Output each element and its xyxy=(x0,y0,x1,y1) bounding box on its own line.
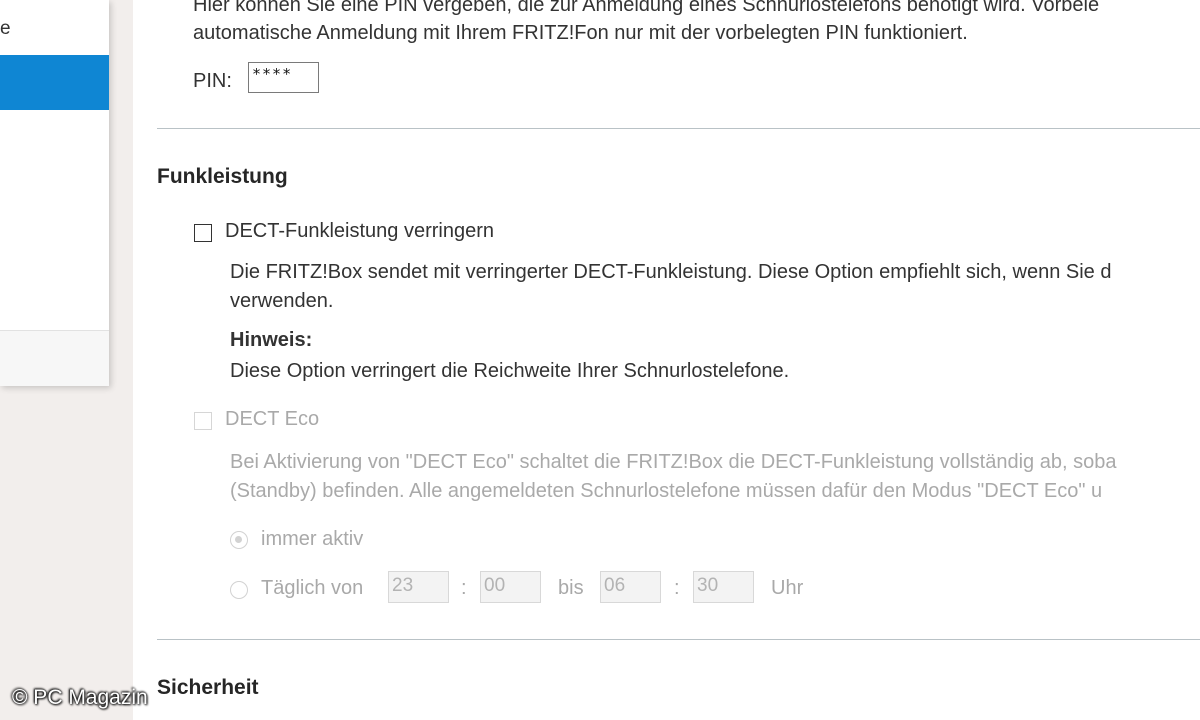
sidebar-footer xyxy=(0,331,109,386)
hint-title: Hinweis: xyxy=(230,329,313,351)
to-minute-input[interactable]: 30 xyxy=(693,571,754,603)
reduce-power-desc-line-1: Die FRITZ!Box sendet mit verringerter DE… xyxy=(230,261,1112,283)
pin-description-line-2: automatische Anmeldung mit Ihrem FRITZ!F… xyxy=(193,22,968,44)
radio-always-label[interactable]: immer aktiv xyxy=(261,528,363,551)
dect-eco-checkbox[interactable] xyxy=(194,412,212,430)
time-colon: : xyxy=(674,577,680,599)
pin-label: PIN: xyxy=(193,70,232,92)
watermark: © PC Magazin xyxy=(12,686,148,709)
dect-eco-desc-line-2: (Standby) befinden. Alle angemeldeten Sc… xyxy=(230,480,1103,502)
sidebar-item-label: e xyxy=(0,18,11,39)
dect-eco-label[interactable]: DECT Eco xyxy=(225,408,319,431)
from-minute-input[interactable]: 00 xyxy=(480,571,541,603)
pin-description-line-1: Hier können Sie eine PIN vergeben, die z… xyxy=(193,0,1100,16)
uhr-label: Uhr xyxy=(771,577,804,599)
bis-label: bis xyxy=(558,577,584,599)
main-content: Hier können Sie eine PIN vergeben, die z… xyxy=(133,0,1200,720)
reduce-power-label[interactable]: DECT-Funkleistung verringern xyxy=(225,220,494,243)
sidebar-item[interactable]: e xyxy=(0,12,109,46)
pin-input[interactable]: **** xyxy=(248,62,319,93)
radio-daily[interactable] xyxy=(230,581,248,599)
funkleistung-heading: Funkleistung xyxy=(157,165,288,188)
dect-eco-desc-line-1: Bei Aktivierung von "DECT Eco" schaltet … xyxy=(230,451,1117,473)
to-hour-input[interactable]: 06 xyxy=(600,571,661,603)
sidebar-item-active[interactable] xyxy=(0,55,109,110)
from-hour-input[interactable]: 23 xyxy=(388,571,449,603)
time-colon: : xyxy=(461,577,467,599)
reduce-power-checkbox[interactable] xyxy=(194,224,212,242)
sidebar: e xyxy=(0,0,109,386)
section-divider xyxy=(157,128,1200,129)
hint-text: Diese Option verringert die Reichweite I… xyxy=(230,360,790,382)
section-divider xyxy=(157,639,1200,640)
radio-daily-label[interactable]: Täglich von xyxy=(261,577,363,600)
sicherheit-heading: Sicherheit xyxy=(157,676,259,699)
reduce-power-desc-line-2: verwenden. xyxy=(230,290,334,312)
radio-always-active[interactable] xyxy=(230,531,248,549)
radio-selected-dot xyxy=(235,536,242,543)
